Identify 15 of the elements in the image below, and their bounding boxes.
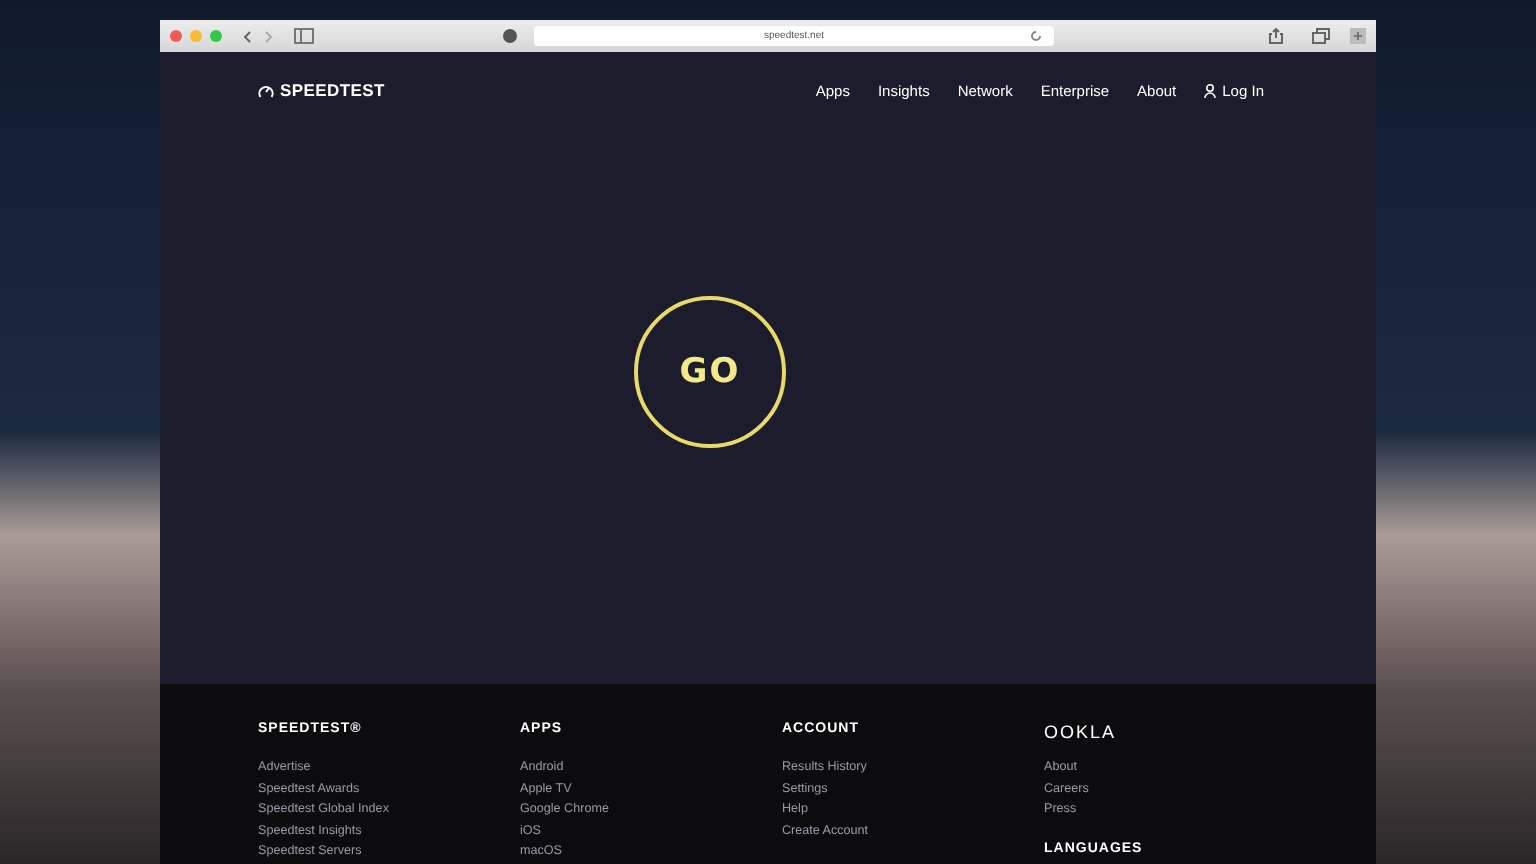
sidebar-icon[interactable] (294, 28, 314, 44)
tabs-icon[interactable] (1312, 28, 1330, 44)
new-tab-icon[interactable] (1350, 28, 1366, 44)
logo-text[interactable]: SPEEDTEST (280, 80, 385, 100)
privacy-icon[interactable] (502, 28, 518, 44)
back-icon[interactable] (242, 29, 254, 43)
forward-icon[interactable] (262, 29, 274, 43)
zoom-icon[interactable] (210, 30, 222, 42)
gauge-icon (258, 83, 274, 97)
go-button[interactable]: GO (634, 296, 786, 448)
user-icon (1204, 83, 1217, 97)
share-icon[interactable] (1268, 28, 1284, 44)
reload-icon[interactable] (1030, 30, 1042, 42)
close-icon[interactable] (170, 30, 182, 42)
ookla-logo[interactable]: OOKLA (1044, 722, 1306, 744)
